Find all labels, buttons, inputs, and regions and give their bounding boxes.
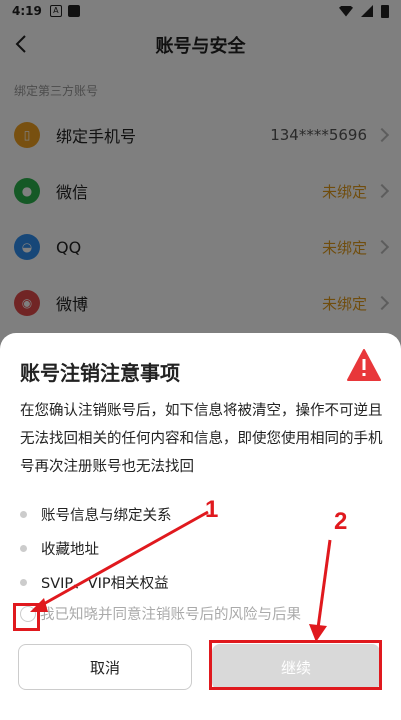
list-item-text: SVIP、VIP相关权益: [41, 575, 169, 592]
list-item-text: 账号信息与绑定关系: [41, 507, 172, 524]
annotation-box-2: [209, 640, 382, 690]
sheet-description: 在您确认注销账号后，如下信息将被清空，操作不可逆且无法找回相关的任何内容和信息，…: [20, 403, 383, 475]
bullet-dot: [20, 544, 27, 552]
annotation-box-1: [13, 603, 40, 631]
agree-text[interactable]: 我已知晓并同意注销账号后的风险与后果: [40, 603, 301, 624]
list-item: 收藏地址: [20, 531, 380, 565]
sheet-title: 账号注销注意事项: [20, 361, 180, 385]
list-item: 账号信息与绑定关系: [20, 497, 380, 531]
bullet-dot: [20, 510, 27, 518]
list-item: SVIP、VIP相关权益: [20, 565, 380, 599]
annotation-label-1: 1: [205, 496, 219, 523]
warning-icon: [347, 349, 381, 381]
cleared-items-list: 账号信息与绑定关系 收藏地址 SVIP、VIP相关权益: [20, 497, 380, 599]
bullet-dot: [20, 578, 27, 586]
annotation-label-2: 2: [334, 508, 348, 535]
cancel-button[interactable]: 取消: [18, 644, 192, 690]
agree-row[interactable]: 我已知晓并同意注销账号后的风险与后果: [20, 603, 301, 624]
list-item-text: 收藏地址: [41, 541, 99, 558]
